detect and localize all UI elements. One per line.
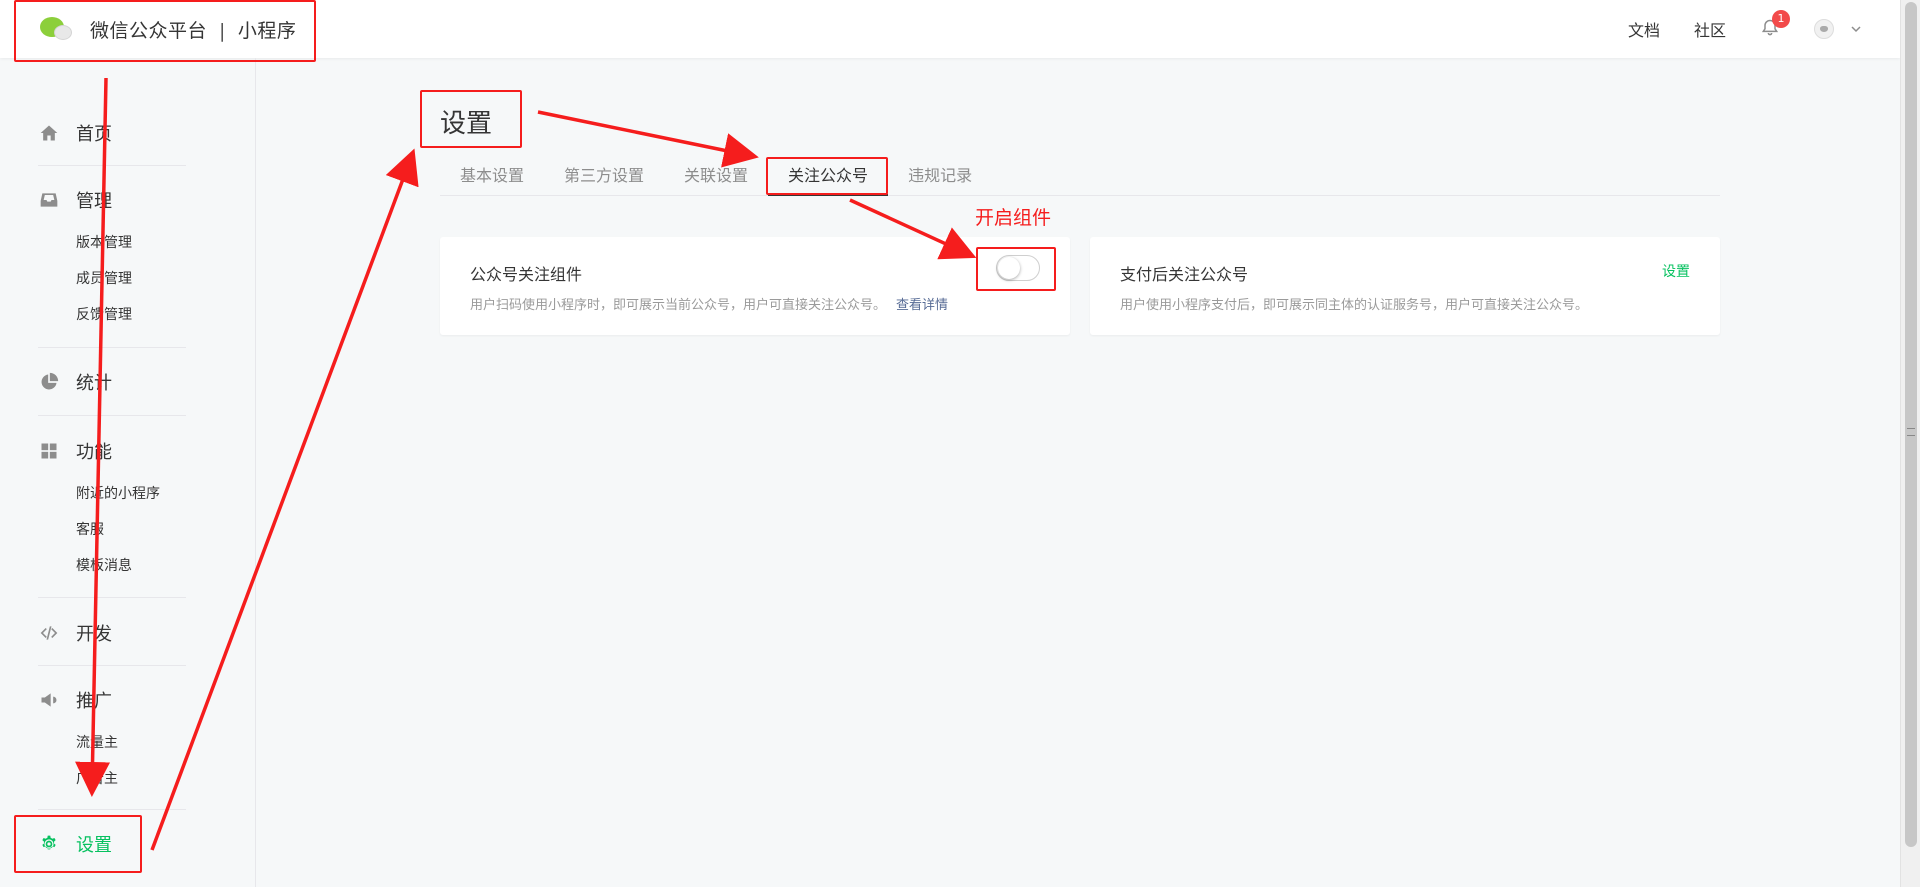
- sidebar-subitem-versions[interactable]: 版本管理: [76, 225, 186, 261]
- sidebar-item-dev[interactable]: 开发: [38, 618, 186, 648]
- header-actions: 文档 社区 1: [1628, 0, 1862, 58]
- inbox-icon: [38, 189, 60, 211]
- home-icon: [38, 122, 60, 144]
- sidebar-item-label: 首页: [76, 124, 112, 145]
- sidebar-subitem-customer-service[interactable]: 客服: [76, 512, 186, 548]
- avatar: [1814, 19, 1834, 39]
- tab-violation-records[interactable]: 违规记录: [888, 158, 992, 196]
- settings-tabs: 基本设置 第三方设置 关联设置 关注公众号 违规记录: [440, 158, 1720, 196]
- annotation-label: 开启组件: [975, 207, 1052, 229]
- scrollbar-thumb[interactable]: [1905, 2, 1917, 847]
- sidebar-item-features[interactable]: 功能: [38, 436, 186, 466]
- sidebar-divider: [38, 665, 186, 666]
- sidebar-divider: [38, 809, 186, 810]
- tab-third-party-settings[interactable]: 第三方设置: [544, 158, 664, 196]
- sidebar-divider: [38, 415, 186, 416]
- wechat-logo-icon: [38, 14, 76, 44]
- sidebar-item-label: 开发: [76, 624, 112, 645]
- tab-association-settings[interactable]: 关联设置: [664, 158, 768, 196]
- sidebar-group-features: 功能 附近的小程序 客服 模板消息: [38, 436, 186, 584]
- sidebar-group-home: 首页: [38, 118, 186, 148]
- card-title: 支付后关注公众号: [1120, 265, 1249, 284]
- follow-component-card: 公众号关注组件 用户扫码使用小程序时，即可展示当前公众号，用户可直接关注公众号。…: [440, 237, 1070, 335]
- sidebar-group-dev: 开发: [38, 618, 186, 648]
- sidebar-subitem-template-messages[interactable]: 模板消息: [76, 548, 186, 584]
- top-header: 微信公众平台 | 小程序 文档 社区 1: [0, 0, 1900, 58]
- settings-link[interactable]: 设置: [1662, 261, 1690, 281]
- scrollbar-grip: [1907, 428, 1915, 436]
- sidebar-group-manage: 管理 版本管理 成员管理 反馈管理: [38, 185, 186, 333]
- sidebar-item-label: 推广: [76, 691, 112, 712]
- sidebar-subitem-nearby[interactable]: 附近的小程序: [76, 476, 186, 512]
- card-description-text: 用户扫码使用小程序时，即可展示当前公众号，用户可直接关注公众号。: [470, 298, 887, 313]
- card-title: 公众号关注组件: [470, 265, 583, 284]
- sidebar: 首页 管理 版本管理 成员管理 反馈管理 统计 功能 附近的小程序 客服 模板消…: [0, 58, 256, 887]
- brand[interactable]: 微信公众平台 | 小程序: [38, 12, 296, 46]
- toggle-knob: [998, 257, 1020, 279]
- sidebar-item-settings[interactable]: 设置: [38, 829, 186, 859]
- sidebar-item-label: 管理: [76, 191, 112, 212]
- sidebar-group-promotion: 推广 流量主 广告主: [38, 685, 186, 797]
- sidebar-item-label: 设置: [76, 835, 112, 856]
- sidebar-item-stats[interactable]: 统计: [38, 367, 186, 397]
- product-name: 小程序: [237, 19, 297, 42]
- tab-basic-settings[interactable]: 基本设置: [440, 158, 544, 196]
- sidebar-item-promotion[interactable]: 推广: [38, 685, 186, 715]
- sidebar-subitem-advertiser[interactable]: 广告主: [76, 761, 186, 797]
- tab-follow-official-account[interactable]: 关注公众号: [768, 158, 889, 196]
- chevron-down-icon: [1850, 20, 1862, 39]
- sidebar-subitem-members[interactable]: 成员管理: [76, 261, 186, 297]
- sidebar-group-settings: 设置: [38, 829, 186, 859]
- sidebar-item-manage[interactable]: 管理: [38, 185, 186, 215]
- card-description: 用户扫码使用小程序时，即可展示当前公众号，用户可直接关注公众号。 查看详情: [470, 294, 948, 313]
- sidebar-subitem-feedback[interactable]: 反馈管理: [76, 297, 186, 333]
- sidebar-subitem-publisher[interactable]: 流量主: [76, 725, 186, 761]
- view-details-link[interactable]: 查看详情: [896, 298, 948, 313]
- brand-title: 微信公众平台 | 小程序: [90, 16, 296, 43]
- pie-chart-icon: [38, 371, 60, 393]
- app-name: 微信公众平台: [90, 19, 208, 42]
- follow-after-payment-card: 支付后关注公众号 用户使用小程序支付后，即可展示同主体的认证服务号，用户可直接关…: [1090, 237, 1720, 335]
- account-menu[interactable]: [1814, 19, 1862, 39]
- sidebar-item-home[interactable]: 首页: [38, 118, 186, 148]
- page-title: 设置: [440, 109, 493, 139]
- code-icon: [38, 622, 60, 644]
- gear-icon: [38, 833, 60, 855]
- card-description: 用户使用小程序支付后，即可展示同主体的认证服务号，用户可直接关注公众号。: [1120, 298, 1589, 313]
- sidebar-divider: [38, 165, 186, 166]
- sidebar-divider: [38, 347, 186, 348]
- sidebar-item-label: 统计: [76, 373, 112, 394]
- megaphone-icon: [38, 689, 60, 711]
- community-link[interactable]: 社区: [1694, 17, 1726, 41]
- annotation-arrows: [75, 77, 977, 851]
- brand-separator: |: [219, 19, 226, 42]
- notification-bell[interactable]: 1: [1760, 10, 1790, 40]
- sidebar-group-stats: 统计: [38, 367, 186, 397]
- sidebar-divider: [38, 597, 186, 598]
- docs-link[interactable]: 文档: [1628, 17, 1660, 41]
- grid-icon: [38, 440, 60, 462]
- sidebar-item-label: 功能: [76, 442, 112, 463]
- page-scrollbar[interactable]: [1900, 0, 1920, 887]
- follow-component-toggle[interactable]: [996, 255, 1040, 281]
- arrow-title-to-tab: [537, 110, 759, 168]
- notification-badge: 1: [1772, 10, 1790, 28]
